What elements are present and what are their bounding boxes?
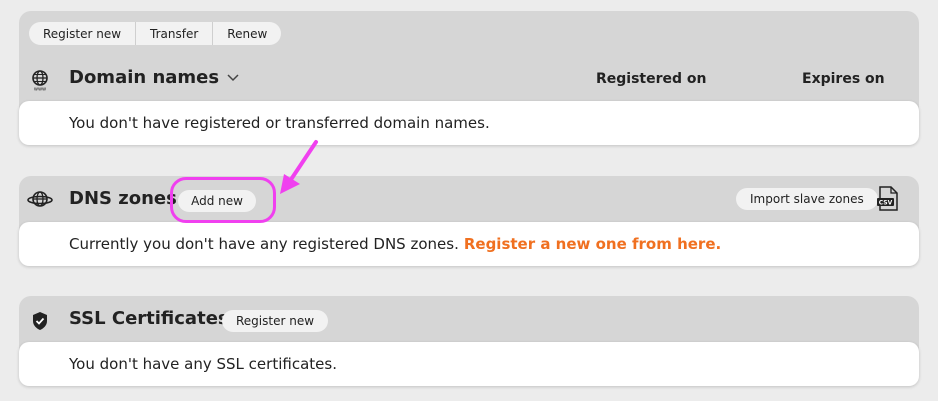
ssl-empty-card: You don't have any SSL certificates. bbox=[19, 342, 919, 386]
registered-on-column-header: Registered on bbox=[596, 71, 707, 87]
dns-zones-title: DNS zones bbox=[69, 188, 177, 209]
chevron-down-icon bbox=[227, 73, 239, 81]
annotation-highlight-ring bbox=[170, 177, 276, 223]
dns-zones-panel: DNS zones Add new Import slave zones CSV… bbox=[19, 176, 919, 266]
transfer-domain-button[interactable]: Transfer bbox=[135, 22, 212, 45]
page: Register new Transfer Renew www Domain n… bbox=[0, 0, 938, 401]
globe-www-icon: www bbox=[32, 70, 48, 92]
renew-domain-button[interactable]: Renew bbox=[212, 22, 281, 45]
domain-names-panel: Register new Transfer Renew www Domain n… bbox=[19, 11, 919, 145]
csv-file-icon[interactable]: CSV bbox=[876, 186, 900, 212]
expires-on-column-header: Expires on bbox=[802, 71, 885, 87]
domain-actions-group: Register new Transfer Renew bbox=[29, 22, 282, 45]
ssl-empty-message: You don't have any SSL certificates. bbox=[69, 355, 337, 373]
domain-names-title[interactable]: Domain names bbox=[69, 67, 239, 88]
shield-check-icon bbox=[33, 312, 47, 330]
register-new-domain-button[interactable]: Register new bbox=[29, 22, 135, 45]
domain-names-title-text: Domain names bbox=[69, 67, 220, 88]
import-slave-zones-button[interactable]: Import slave zones bbox=[736, 188, 878, 210]
dns-zones-empty-card: Currently you don't have any registered … bbox=[19, 222, 919, 266]
annotation-arrow-icon bbox=[280, 140, 318, 194]
svg-text:www: www bbox=[34, 87, 46, 92]
ssl-certificates-panel: SSL Certificates Register new You don't … bbox=[19, 296, 919, 386]
dns-globe-icon bbox=[27, 191, 53, 207]
register-dns-zone-link[interactable]: Register a new one from here. bbox=[464, 235, 721, 253]
ssl-certificates-title: SSL Certificates bbox=[69, 308, 229, 329]
dns-zones-empty-message: Currently you don't have any registered … bbox=[69, 235, 459, 253]
register-new-ssl-button[interactable]: Register new bbox=[222, 310, 329, 332]
domain-names-empty-card: You don't have registered or transferred… bbox=[19, 101, 919, 145]
domain-names-empty-message: You don't have registered or transferred… bbox=[69, 114, 490, 132]
svg-text:CSV: CSV bbox=[879, 200, 893, 207]
